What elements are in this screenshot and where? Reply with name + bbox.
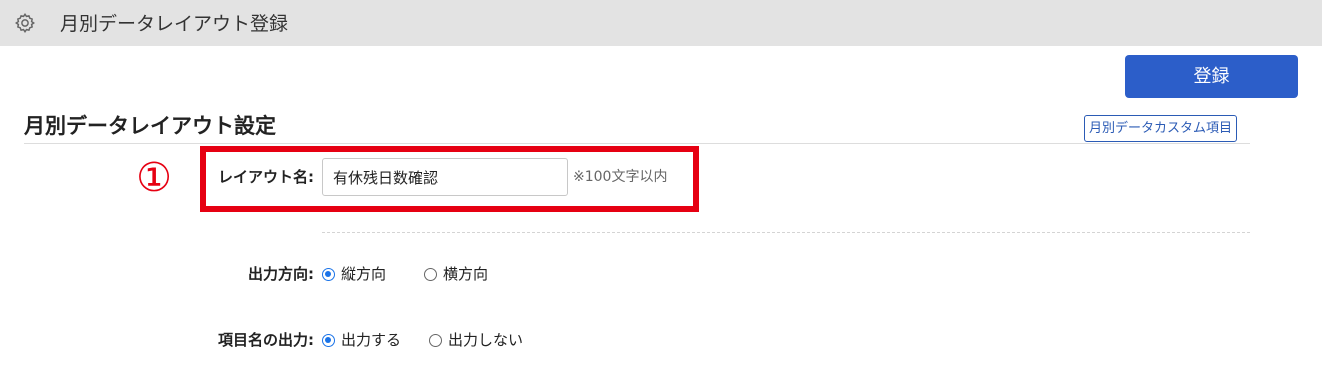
radio-no-output[interactable]: 出力しない (429, 330, 523, 350)
title-bar: 月別データレイアウト登録 (0, 0, 1322, 46)
radio-output-label[interactable]: 出力する (341, 330, 401, 350)
radio-vertical[interactable]: 縦方向 (322, 264, 386, 284)
radio-horizontal-label[interactable]: 横方向 (443, 264, 488, 284)
section-divider (24, 143, 1250, 144)
radio-horizontal-indicator[interactable] (424, 267, 437, 281)
gear-icon[interactable] (14, 12, 36, 34)
layout-name-label: レイアウト名: (218, 168, 314, 186)
radio-no-output-indicator[interactable] (429, 333, 442, 347)
layout-name-hint: ※100文字以内 (573, 169, 668, 185)
radio-horizontal[interactable]: 横方向 (424, 264, 488, 284)
radio-no-output-label[interactable]: 出力しない (448, 330, 523, 350)
custom-fields-link[interactable]: 月別データカスタム項目 (1084, 115, 1238, 142)
radio-output[interactable]: 出力する (322, 330, 401, 350)
header-output-label: 項目名の出力: (218, 331, 314, 349)
layout-name-input[interactable] (322, 158, 568, 196)
step-number-badge: ① (136, 155, 172, 201)
output-direction-label: 出力方向: (248, 265, 314, 283)
radio-vertical-label[interactable]: 縦方向 (341, 264, 386, 284)
register-button[interactable]: 登録 (1125, 55, 1298, 98)
radio-output-indicator[interactable] (322, 333, 335, 347)
field-divider (322, 232, 1250, 233)
page-title: 月別データレイアウト登録 (60, 13, 289, 35)
radio-vertical-indicator[interactable] (322, 267, 335, 281)
section-title: 月別データレイアウト設定 (24, 114, 276, 138)
